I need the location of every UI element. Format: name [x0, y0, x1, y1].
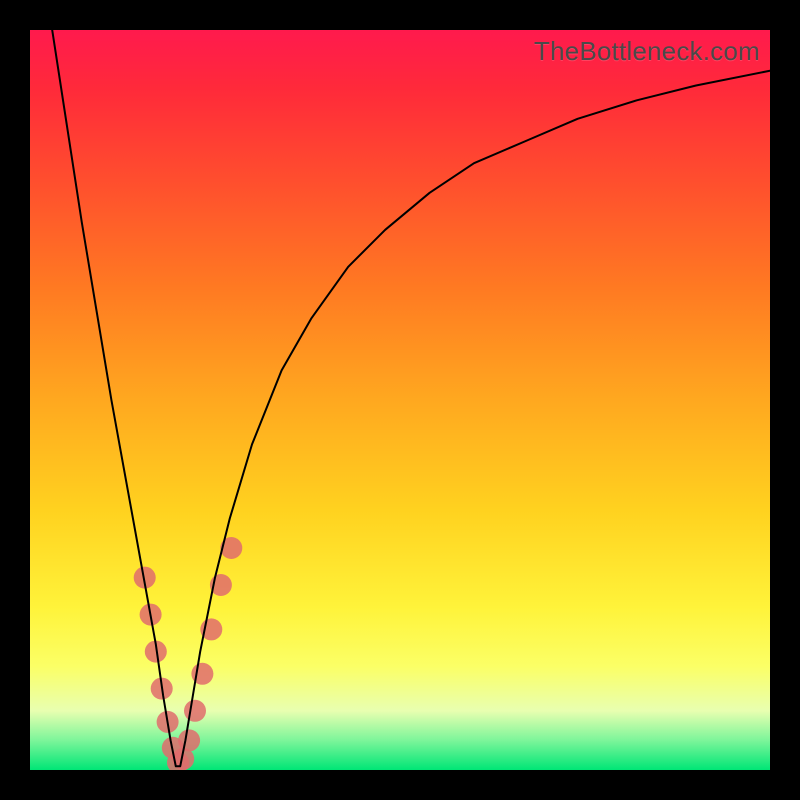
highlight-dot	[184, 700, 206, 722]
highlight-dot	[178, 729, 200, 751]
highlight-dots-group	[134, 537, 243, 770]
chart-svg	[30, 30, 770, 770]
chart-frame: TheBottleneck.com	[0, 0, 800, 800]
chart-plot-area: TheBottleneck.com	[30, 30, 770, 770]
